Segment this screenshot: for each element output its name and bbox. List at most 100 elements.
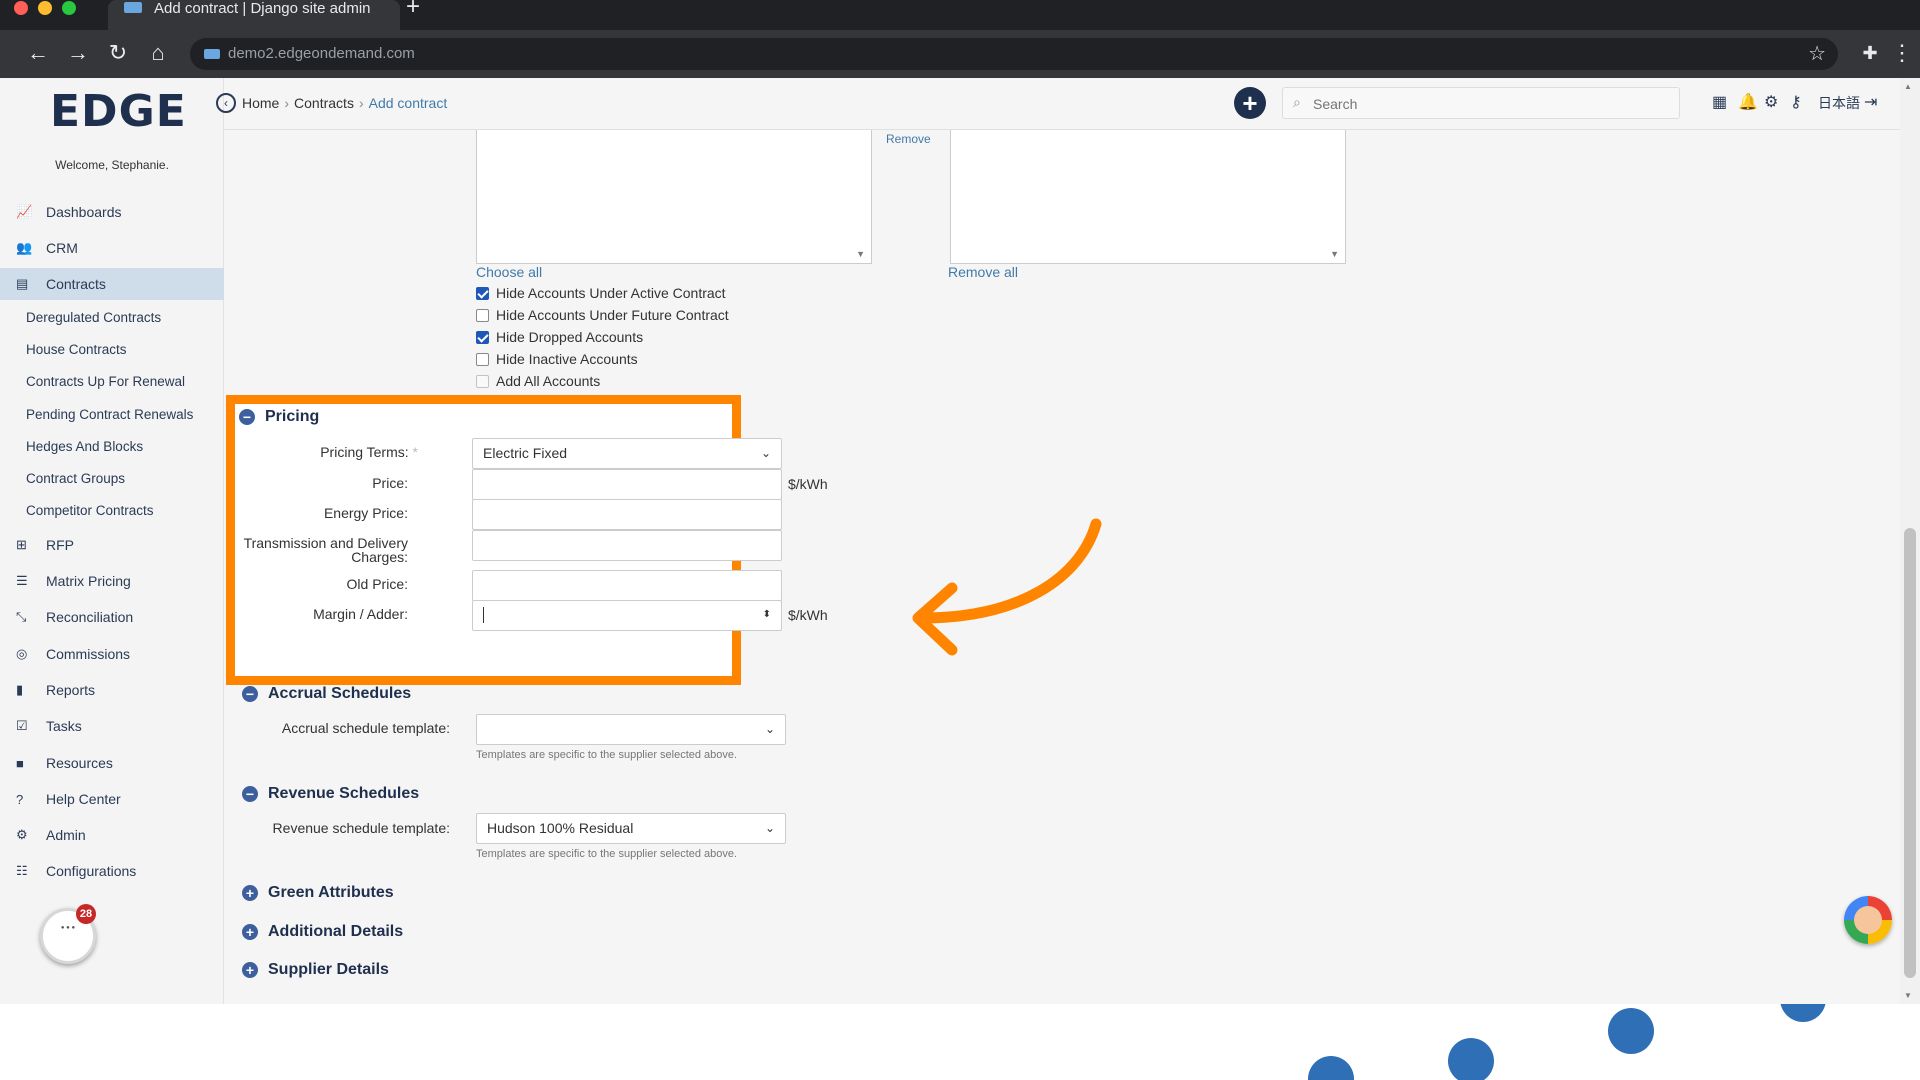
revenue-template-select[interactable]: Hudson 100% Residual ⌄ [476,813,786,844]
page-scrollbar[interactable]: ▲ ▼ [1900,78,1920,1004]
available-accounts-list[interactable]: ▼ [476,130,872,264]
accrual-template-label: Accrual schedule template: [281,720,450,736]
checkbox-unchecked[interactable] [476,352,489,366]
section-title: Supplier Details [268,961,389,978]
sidebar-item-reports[interactable]: ▮ Reports [0,674,224,706]
sidebar-subitem-house-contracts[interactable]: House Contracts [26,342,127,357]
logout-icon[interactable]: ⇥ [1864,92,1877,112]
sidebar-subitem-deregulated-contracts[interactable]: Deregulated Contracts [26,310,161,325]
old-price-input[interactable] [472,570,782,601]
forward-arrow-icon[interactable]: → [64,39,92,67]
collapse-minus-icon[interactable]: − [242,686,258,702]
hide-dropped-accounts-checkbox[interactable]: Hide Dropped Accounts [476,329,643,345]
accrual-template-select[interactable]: ⌄ [476,714,786,745]
sidebar-item-matrix-pricing[interactable]: ☰ Matrix Pricing [0,565,224,597]
home-icon[interactable]: ⌂ [144,39,172,67]
checkbox-checked[interactable] [476,330,489,344]
chosen-accounts-list[interactable]: ▼ [950,130,1346,264]
back-circle-icon[interactable]: ‹ [216,93,236,113]
expand-plus-icon[interactable]: + [242,924,258,940]
transmission-delivery-input[interactable] [472,530,782,561]
breadcrumb-home[interactable]: Home [242,95,279,111]
selected-value: Electric Fixed [483,445,568,461]
sidebar-subitem-contract-groups[interactable]: Contract Groups [26,471,125,486]
quick-add-button[interactable]: + [1234,87,1266,119]
sidebar-item-configurations[interactable]: ☷ Configurations [0,855,224,887]
maximize-window-icon[interactable] [62,1,76,15]
back-arrow-icon[interactable]: ← [24,39,52,67]
margin-adder-label: Margin / Adder: [313,606,408,622]
margin-adder-input[interactable]: ⬍ [472,600,782,631]
bookmark-star-icon[interactable]: ☆ [1808,41,1826,66]
scroll-down-icon[interactable]: ▼ [856,249,865,259]
sidebar-item-rfp[interactable]: ⊞ RFP [0,529,224,561]
number-stepper-icon[interactable]: ⬍ [763,609,771,620]
minimize-window-icon[interactable] [38,1,52,15]
key-icon[interactable]: ⚷ [1790,92,1802,112]
remove-link[interactable]: Remove [886,132,931,146]
checkbox-label: Hide Accounts Under Future Contract [496,307,729,323]
sidebar-item-contracts[interactable]: ▤ Contracts [0,268,224,300]
pricing-terms-select[interactable]: Electric Fixed ⌄ [472,438,782,469]
browser-tab[interactable]: Add contract | Django site admin [108,0,400,30]
breadcrumb-current: Add contract [368,95,448,111]
expand-plus-icon[interactable]: + [242,885,258,901]
close-window-icon[interactable] [14,1,28,15]
green-attributes-section-header[interactable]: + Green Attributes [242,884,394,902]
bell-icon[interactable]: 🔔 [1738,92,1758,112]
reload-icon[interactable]: ↻ [104,39,132,67]
page: EDGE Welcome, Stephanie. 📈 Dashboards 👥 CR… [0,78,1920,1004]
accrual-section-header[interactable]: − Accrual Schedules [242,685,411,703]
expand-plus-icon[interactable]: + [242,962,258,978]
revenue-section-header[interactable]: − Revenue Schedules [242,785,419,803]
collapse-minus-icon[interactable]: − [242,786,258,802]
scroll-up-icon[interactable]: ▲ [1904,82,1912,91]
search-input[interactable] [1313,94,1663,114]
collapse-minus-icon[interactable]: − [239,409,255,425]
sidebar-item-admin[interactable]: ⚙ Admin [0,819,224,851]
search-field[interactable]: ⌕ [1282,87,1680,119]
remove-all-link[interactable]: Remove all [948,264,1018,280]
browser-menu-icon[interactable]: ⋮ [1888,39,1916,67]
add-all-accounts-checkbox[interactable]: Add All Accounts [476,373,600,389]
sidebar-item-crm[interactable]: 👥 CRM [0,232,224,264]
calendar-icon[interactable]: ▦ [1712,92,1727,112]
sidebar-item-resources[interactable]: ■ Resources [0,747,224,779]
sidebar-subitem-contracts-up-for-renewal[interactable]: Contracts Up For Renewal [26,374,185,389]
checkbox-unchecked[interactable] [476,308,489,322]
sidebar-item-label: Help Center [46,791,121,807]
sidebar-subitem-competitor-contracts[interactable]: Competitor Contracts [26,503,154,518]
edge-logo[interactable]: EDGE [50,86,187,137]
pricing-section-header[interactable]: − Pricing [239,408,319,426]
extensions-puzzle-icon[interactable]: ✚ [1856,39,1884,67]
price-input[interactable] [472,469,782,500]
new-tab-button[interactable]: + [406,0,420,19]
address-bar[interactable]: demo2.edgeondemand.com ☆ [190,38,1838,70]
sidebar-item-tasks[interactable]: ☑ Tasks [0,710,224,742]
hide-inactive-accounts-checkbox[interactable]: Hide Inactive Accounts [476,351,638,367]
assistant-avatar-button[interactable] [1844,896,1892,944]
scroll-down-icon[interactable]: ▼ [1904,991,1912,1000]
sidebar-item-help-center[interactable]: ? Help Center [0,783,224,815]
sidebar-item-reconciliation[interactable]: ⤡ Reconciliation [0,601,224,633]
gear-icon[interactable]: ⚙ [1764,92,1778,112]
breadcrumb: ‹ Home › Contracts › Add contract [216,91,448,115]
sidebar-subitem-hedges-and-blocks[interactable]: Hedges And Blocks [26,439,143,454]
hide-active-contract-checkbox[interactable]: Hide Accounts Under Active Contract [476,285,726,301]
sitemap-icon: ⊞ [16,537,27,552]
breadcrumb-contracts[interactable]: Contracts [294,95,354,111]
checkbox-unchecked[interactable] [476,374,489,388]
hide-future-contract-checkbox[interactable]: Hide Accounts Under Future Contract [476,307,729,323]
energy-price-input[interactable] [472,499,782,530]
scroll-down-icon[interactable]: ▼ [1330,249,1339,259]
sidebar-item-commissions[interactable]: ◎ Commissions [0,638,224,670]
additional-details-section-header[interactable]: + Additional Details [242,923,403,941]
checkbox-checked[interactable] [476,286,489,300]
supplier-details-section-header[interactable]: + Supplier Details [242,961,389,979]
site-info-icon[interactable] [204,49,220,59]
scrollbar-thumb[interactable] [1904,528,1916,978]
sidebar-item-dashboards[interactable]: 📈 Dashboards [0,196,224,228]
choose-all-link[interactable]: Choose all [476,264,542,280]
language-switch[interactable]: 日本語 [1818,93,1860,113]
sidebar-subitem-pending-contract-renewals[interactable]: Pending Contract Renewals [26,407,193,422]
